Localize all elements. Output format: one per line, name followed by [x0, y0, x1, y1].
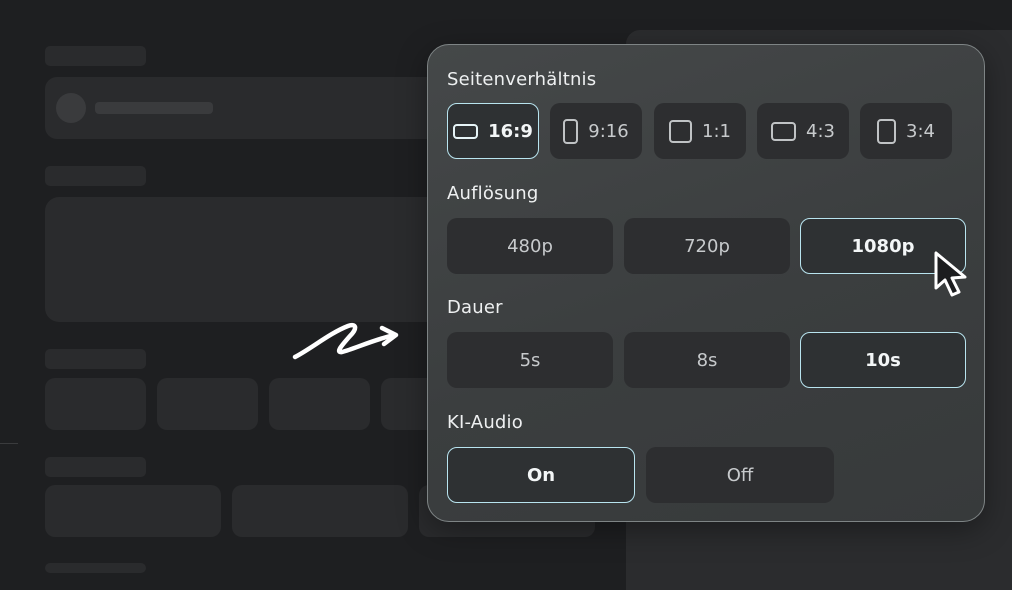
duration-option-5s[interactable]: 5s	[447, 332, 613, 388]
aspect-option-4-3[interactable]: 4:3	[757, 103, 849, 159]
skeleton-option	[45, 378, 146, 430]
duration-option-8s[interactable]: 8s	[624, 332, 790, 388]
aspect-option-label: 1:1	[702, 120, 731, 142]
ratio-9-16-icon	[563, 118, 579, 144]
duration-option-10s[interactable]: 10s	[800, 332, 966, 388]
video-settings-panel: Seitenverhältnis 16:9 9:16 1:1 4:3 3:4 A…	[427, 44, 985, 522]
skeleton-heading	[45, 166, 146, 186]
ratio-4-3-icon	[771, 121, 797, 141]
skeleton-heading	[45, 457, 146, 477]
aspect-option-label: 3:4	[906, 120, 935, 142]
aspect-ratio-label: Seitenverhältnis	[447, 69, 597, 90]
skeleton-option	[232, 485, 408, 537]
ratio-3-4-icon	[877, 118, 897, 144]
skeleton-heading	[45, 349, 146, 369]
resolution-option-480p[interactable]: 480p	[447, 218, 613, 274]
resolution-option-720p[interactable]: 720p	[624, 218, 790, 274]
aspect-option-9-16[interactable]: 9:16	[550, 103, 642, 159]
skeleton-option	[157, 378, 258, 430]
audio-option-off[interactable]: Off	[646, 447, 834, 503]
aspect-option-16-9[interactable]: 16:9	[447, 103, 539, 159]
aspect-option-label: 4:3	[806, 120, 835, 142]
skeleton-avatar	[56, 93, 86, 123]
hand-drawn-arrow-icon	[292, 322, 399, 360]
ai-audio-label: KI-Audio	[447, 412, 523, 433]
aspect-option-label: 9:16	[588, 120, 629, 142]
skeleton-option	[269, 378, 370, 430]
resolution-label: Auflösung	[447, 183, 539, 204]
duration-label: Dauer	[447, 297, 503, 318]
ratio-1-1-icon	[669, 119, 693, 143]
skeleton-textarea	[45, 197, 445, 322]
mouse-pointer-icon	[934, 251, 967, 297]
aspect-option-3-4[interactable]: 3:4	[860, 103, 952, 159]
divider	[0, 443, 18, 444]
aspect-option-1-1[interactable]: 1:1	[654, 103, 746, 159]
aspect-option-label: 16:9	[488, 120, 533, 142]
skeleton-option	[45, 485, 221, 537]
skeleton-heading	[45, 563, 146, 573]
audio-option-on[interactable]: On	[447, 447, 635, 503]
ratio-16-9-icon	[453, 123, 479, 139]
skeleton-card	[45, 77, 445, 139]
skeleton-heading	[45, 46, 146, 66]
skeleton-text	[95, 102, 213, 114]
